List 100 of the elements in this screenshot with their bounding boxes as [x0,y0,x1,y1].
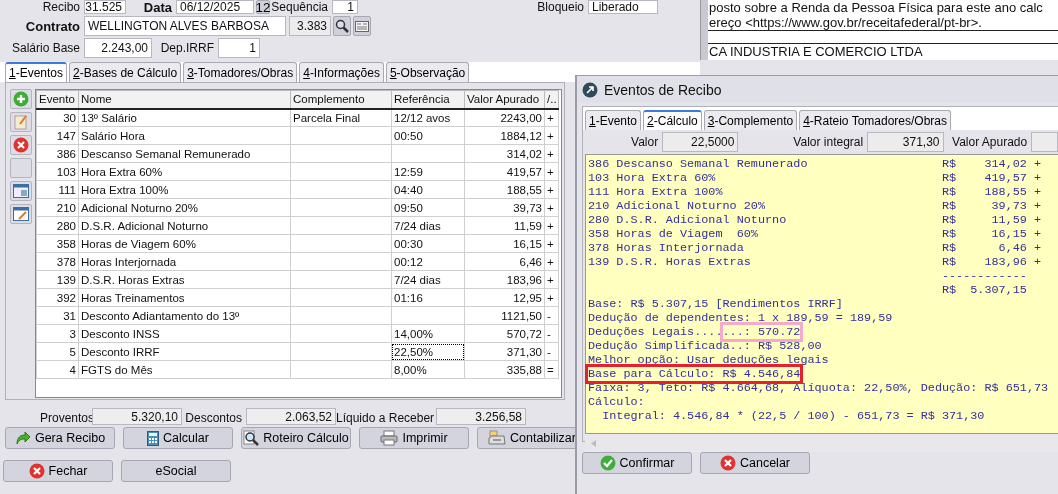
memo-text: 39,73 [990,199,1027,213]
field-label: Salário Base [10,41,81,55]
column-header[interactable]: Nome [78,90,291,109]
dependents-field[interactable]: 1 [218,38,260,58]
table-cell: Desconto Adiantamento do 13º [78,306,291,325]
field-label: Contrato [24,18,81,34]
table-cell: FGTS do Mês [78,360,291,379]
table-cell: 111 [36,180,79,199]
table-cell: 31 [36,306,79,325]
memo-text: 139 D.S.R. Horas Extras [588,255,752,269]
memo-text: R$ [941,171,957,185]
memo-text: 280 D.S.R. Adicional Noturno [588,213,788,227]
memo-text: R$ [941,185,957,199]
table-cell: 139 [36,270,79,289]
memo-text: R$ [941,227,957,241]
table-cell: 378 [36,252,79,271]
window-edit-button[interactable] [10,204,32,224]
memo-text: 386 Descanso Semanal Remunerado [588,157,809,171]
table-cell: Horas Interjornada [78,252,291,271]
search-button[interactable] [333,16,351,36]
left-arrow-icon[interactable] [591,439,596,447]
memo-text: R$ [941,283,957,297]
edit-button[interactable] [10,112,32,132]
memo-text: 378 Horas Interjornada [588,241,745,255]
action-button[interactable]: eSocial [121,460,231,482]
table-cell: Parcela Final [290,108,392,127]
tab[interactable]: 1-Eventos [5,62,68,82]
card-button[interactable] [353,16,371,36]
dialog-button[interactable]: Confirmar [582,452,692,474]
memo-text: Dedução de dependentes: 1 x 189,59 = 189,59 [588,311,893,325]
tab[interactable]: 4-Informações [299,62,384,82]
column-header[interactable]: Complemento [290,90,392,109]
memo-text: 111 Hora Extra 100% [588,185,724,199]
memo-text: R$ [941,241,957,255]
base-salary-field[interactable]: 2.243,00 [84,38,152,58]
tab[interactable]: 5-Observação [385,62,470,82]
table-cell-text: 12/12 avos [393,110,452,126]
table-cell: Descanso Semanal Remunerado [78,144,291,163]
memo-text: 5.307,15 [969,283,1027,297]
table-cell: Horas de Viagem 60% [78,234,291,253]
tab[interactable]: 2-Bases de Cálculo [69,62,182,82]
field-label: Valor integral [792,135,865,149]
memo-rule: ------------ [941,269,1027,283]
memo-text: + [1032,255,1042,269]
action-button[interactable]: Calcular [123,427,233,449]
dialog-button[interactable]: Cancelar [700,452,810,474]
table-cell: + [544,162,559,181]
table-cell: + [544,126,559,145]
table-cell: Adicional Noturno 20% [78,198,291,217]
window-title: Eventos de Recibo [604,81,722,98]
tab[interactable]: 3-Complemento [703,110,798,130]
splitter-bar[interactable] [700,0,708,60]
tab[interactable]: 1-Evento [585,110,642,130]
memo-text: + [1032,185,1042,199]
table-cell: + [544,216,559,235]
table-cell: + [544,180,559,199]
column-header[interactable]: Valor Apurado [464,90,545,109]
tab[interactable]: 4-Rateio Tomadores/Obras [799,110,951,130]
table-cell: 386 [36,144,79,163]
memo-text: Base para Cálculo: R$ 4.546,84 [588,367,801,381]
action-button[interactable]: Roteiro Cálculo [241,427,351,449]
window-button[interactable] [10,181,32,201]
total-field: 3.256,58 [436,408,526,425]
document-text: CA INDUSTRIA E COMERCIO LTDA [708,44,924,59]
table-cell: 392 [36,288,79,307]
table-cell: D.S.R. Horas Extras [78,270,291,289]
delete-button[interactable] [10,135,32,155]
field-label: Sequência [270,0,329,14]
calculator-icon [147,430,160,446]
app-logo-icon [582,81,598,98]
memo-text: 210 Adicional Noturno 20% [588,199,766,213]
action-button[interactable]: Gera Recibo [5,427,115,449]
memo-text: 103 Hora Extra 60% [588,171,717,185]
calendar-button[interactable]: 12 [256,0,270,14]
status-dropdown[interactable]: Liberado [588,0,658,14]
table-cell-text: 8,00% [393,362,428,378]
column-header[interactable]: Referência [391,90,465,109]
action-button[interactable]: Fechar [3,460,113,482]
memo-text: 183,96 [983,255,1027,269]
table-cell: + [544,234,559,253]
horizontal-scrollbar[interactable] [585,434,1058,452]
memo-text: 6,46 [997,241,1027,255]
contract-name-field[interactable]: WELLINGTON ALVES BARBOSA [84,16,286,36]
column-header[interactable]: Evento [36,90,79,109]
table-cell-text: 7/24 dias [393,218,442,234]
table-cell: 210 [36,198,79,217]
tab[interactable]: 3-Tomadores/Obras [183,62,298,82]
receipt-number-field[interactable]: 31.525 [84,0,126,14]
tab[interactable]: 2-Cálculo [643,110,702,130]
date-field[interactable]: 06/12/2025 [176,0,254,14]
field-label: Valor Apurado [951,135,1029,149]
table-cell: 358 [36,234,79,253]
forward-arrow-icon [14,431,31,445]
table-cell: 39,73 [464,198,545,217]
action-button[interactable]: Imprimir [359,427,469,449]
value-field: 22,5000 [662,132,739,152]
memo-text: Cálculo: [588,395,645,409]
add-button[interactable] [10,89,32,109]
sequence-field[interactable]: 1 [332,0,358,14]
notepad-icon [14,114,28,130]
